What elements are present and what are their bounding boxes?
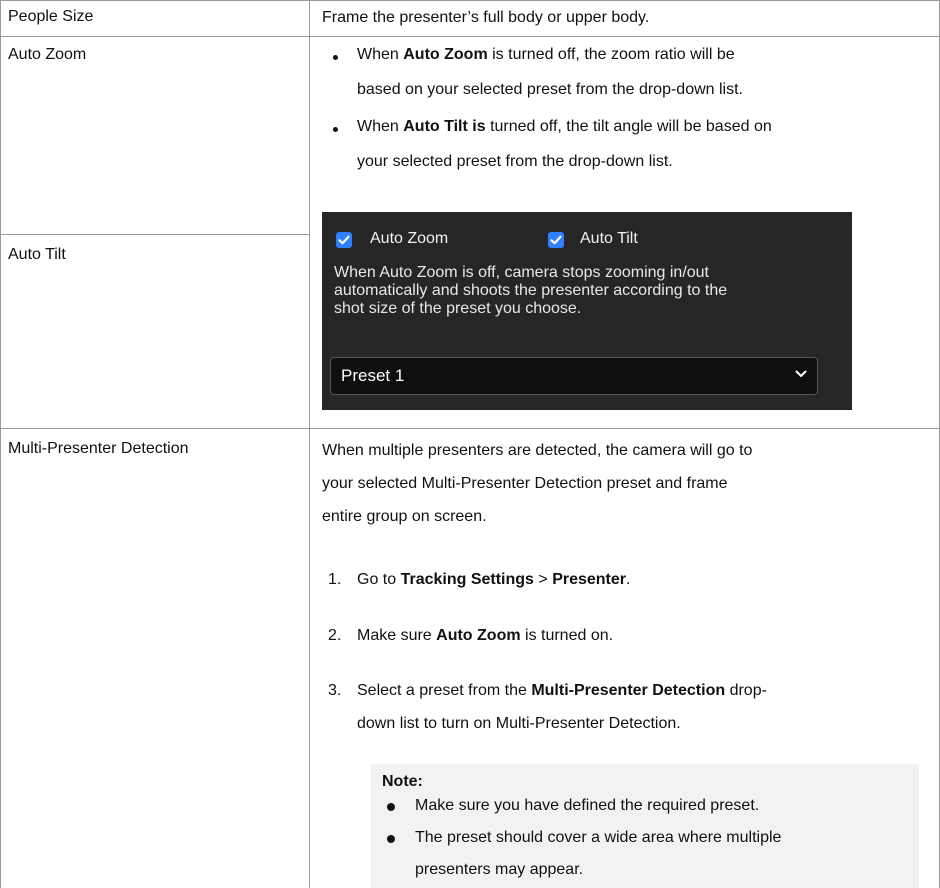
- panel-description-line: When Auto Zoom is off, camera stops zoom…: [334, 264, 709, 281]
- step-number: 3.: [328, 682, 342, 699]
- auto-tilt-checkbox-label[interactable]: Auto Tilt: [580, 230, 638, 248]
- note-item: The preset should cover a wide area wher…: [415, 829, 782, 846]
- table-border-left: [0, 0, 1, 888]
- step-1-text: Go to Tracking Settings > Presenter.: [357, 571, 631, 588]
- step-3-text: Select a preset from the Multi-Presenter…: [357, 682, 767, 699]
- bullet-icon: [333, 55, 338, 60]
- row-label-auto-tilt: Auto Tilt: [8, 246, 66, 263]
- table-row-divider: [0, 36, 940, 37]
- row-label-people-size: People Size: [8, 8, 94, 25]
- auto-tilt-bullet-line2: your selected preset from the drop-down …: [357, 153, 673, 170]
- auto-zoom-bullet-line1: When Auto Zoom is turned off, the zoom r…: [357, 46, 735, 63]
- table-border-top: [0, 0, 940, 1]
- auto-zoom-checkbox[interactable]: [336, 232, 352, 248]
- checkmark-icon: [550, 235, 562, 245]
- panel-description-line: automatically and shoots the presenter a…: [334, 282, 728, 299]
- auto-tilt-checkbox[interactable]: [548, 232, 564, 248]
- auto-zoom-checkbox-label[interactable]: Auto Zoom: [370, 230, 448, 248]
- step-2-text: Make sure Auto Zoom is turned on.: [357, 627, 614, 644]
- multi-presenter-intro-line: When multiple presenters are detected, t…: [322, 442, 753, 459]
- multi-presenter-intro-line: entire group on screen.: [322, 508, 487, 525]
- step-number: 2.: [328, 627, 342, 644]
- note-title: Note:: [382, 773, 423, 790]
- note-box: Note: Make sure you have defined the req…: [371, 764, 919, 888]
- step-3-text-line2: down list to turn on Multi-Presenter Det…: [357, 715, 681, 732]
- multi-presenter-intro-line: your selected Multi-Presenter Detection …: [322, 475, 728, 492]
- table-row-divider: [0, 234, 309, 235]
- step-number: 1.: [328, 571, 342, 588]
- auto-zoom-bullet-line2: based on your selected preset from the d…: [357, 81, 743, 98]
- checkmark-icon: [338, 235, 350, 245]
- row-label-multi-presenter-detection: Multi-Presenter Detection: [8, 440, 189, 457]
- people-size-description: Frame the presenter’s full body or upper…: [322, 9, 650, 26]
- panel-description-line: shot size of the preset you choose.: [334, 300, 582, 317]
- auto-tilt-bullet-line1: When Auto Tilt is turned off, the tilt a…: [357, 118, 772, 135]
- table-column-divider: [309, 0, 310, 888]
- preset-dropdown-value: Preset 1: [341, 366, 405, 385]
- bullet-icon: [387, 803, 395, 811]
- bullet-icon: [387, 835, 395, 843]
- table-row-divider: [0, 428, 940, 429]
- note-item: Make sure you have defined the required …: [415, 797, 760, 814]
- row-label-auto-zoom: Auto Zoom: [8, 46, 87, 63]
- auto-settings-panel: Auto Zoom Auto Tilt When Auto Zoom is of…: [322, 212, 852, 410]
- note-item-line2: presenters may appear.: [415, 861, 584, 878]
- chevron-down-icon: [795, 370, 807, 377]
- preset-dropdown[interactable]: Preset 1: [330, 357, 818, 395]
- document-table: People Size Frame the presenter’s full b…: [0, 0, 940, 888]
- bullet-icon: [333, 127, 338, 132]
